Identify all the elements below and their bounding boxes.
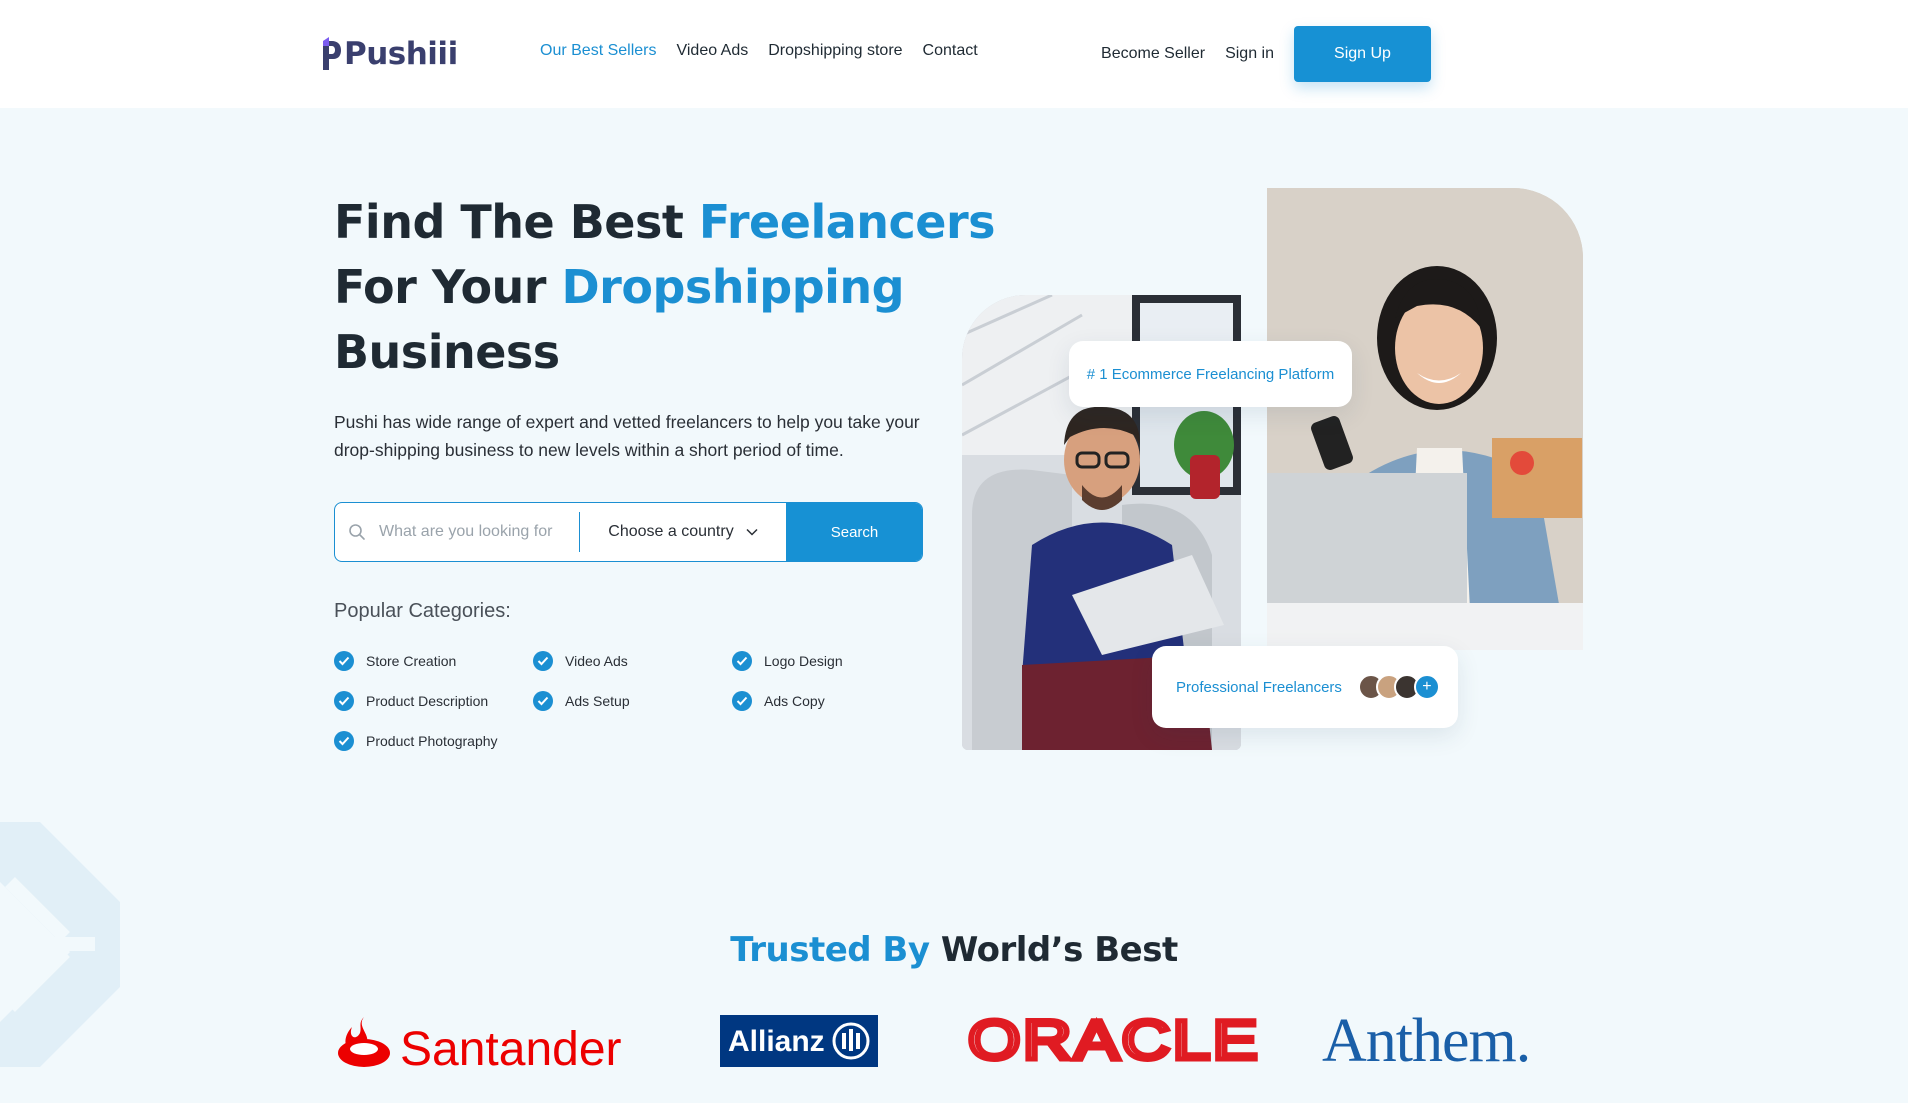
trusted-title: Trusted By World’s Best (0, 930, 1908, 970)
freelancer-photo-woman (1267, 188, 1583, 650)
check-icon (334, 651, 354, 671)
category-label: Video Ads (565, 653, 628, 669)
popular-categories-list: Store Creation Video Ads Logo Design Pro… (334, 650, 931, 752)
category-label: Product Description (366, 693, 489, 709)
search-input[interactable] (379, 523, 579, 541)
popular-categories-title: Popular Categories: (334, 600, 511, 622)
category-item[interactable]: Store Creation (334, 650, 533, 672)
country-select[interactable]: Choose a country (580, 503, 786, 561)
platform-badge: # 1 Ecommerce Freelancing Platform (1069, 341, 1352, 407)
partner-logos: Santander Allianz ORACLE Anthem. (0, 1005, 1908, 1085)
top-navbar: Pushiii Our Best Sellers Video Ads Drops… (0, 0, 1908, 108)
hero-title-part: Find The Best (334, 195, 699, 249)
check-icon (732, 691, 752, 711)
nav-contact[interactable]: Contact (923, 42, 978, 60)
category-item[interactable]: Product Description (334, 690, 533, 712)
check-icon (533, 691, 553, 711)
search-button[interactable]: Search (786, 503, 922, 561)
trusted-title-accent: Trusted By (730, 930, 930, 970)
brand-logo[interactable]: Pushiii (320, 34, 458, 74)
nav-our-best-sellers[interactable]: Our Best Sellers (540, 42, 656, 60)
hero-description: Pushi has wide range of expert and vette… (334, 412, 920, 460)
sign-in-link[interactable]: Sign in (1225, 45, 1274, 63)
category-label: Ads Setup (565, 693, 630, 709)
santander-logo-text: Santander (400, 1023, 622, 1071)
main-nav: Our Best Sellers Video Ads Dropshipping … (540, 42, 978, 60)
plus-icon[interactable]: + (1413, 674, 1440, 700)
nav-dropshipping-store[interactable]: Dropshipping store (768, 42, 902, 60)
category-item[interactable]: Video Ads (533, 650, 732, 672)
search-bar: Choose a country Search (334, 502, 923, 562)
freelancers-badge: Professional Freelancers + (1152, 646, 1458, 728)
freelancers-badge-label: Professional Freelancers (1176, 678, 1342, 696)
logo-mark-icon (323, 37, 341, 70)
allianz-logo-text: Allianz (728, 1025, 825, 1058)
sign-up-button[interactable]: Sign Up (1294, 26, 1431, 82)
check-icon (334, 691, 354, 711)
category-label: Logo Design (764, 653, 843, 669)
country-select-label: Choose a country (608, 523, 734, 540)
avatar-group: + (1357, 674, 1440, 700)
hero-title: Find The Best Freelancers For Your Drops… (334, 190, 996, 385)
anthem-logo-text: Anthem. (1322, 1009, 1530, 1069)
trusted-title-rest: World’s Best (929, 930, 1178, 970)
check-icon (732, 651, 752, 671)
nav-video-ads[interactable]: Video Ads (676, 42, 748, 60)
hero-title-part: For Your (334, 260, 562, 314)
check-icon (533, 651, 553, 671)
santander-logo: Santander (338, 1015, 628, 1071)
search-icon (335, 503, 379, 561)
oracle-logo: ORACLE (968, 1017, 1262, 1065)
category-label: Product Photography (366, 733, 498, 749)
brand-name: Pushiii (344, 36, 458, 72)
hero-title-accent: Dropshipping (561, 260, 905, 314)
category-label: Store Creation (366, 653, 457, 669)
category-item[interactable]: Logo Design (732, 650, 931, 672)
chevron-down-icon (746, 528, 758, 536)
check-icon (334, 731, 354, 751)
account-nav: Become Seller Sign in Sign Up (1101, 26, 1431, 82)
oracle-logo-text: ORACLE (968, 1017, 1260, 1065)
hero-title-accent: Freelancers (698, 195, 996, 249)
category-item[interactable]: Ads Setup (533, 690, 732, 712)
anthem-logo: Anthem. (1322, 1009, 1552, 1069)
category-label: Ads Copy (764, 693, 825, 709)
category-item[interactable]: Ads Copy (732, 690, 931, 712)
hero-title-part: Business (334, 325, 560, 379)
allianz-logo: Allianz (720, 1015, 878, 1067)
category-item[interactable]: Product Photography (334, 730, 533, 752)
platform-badge-label: # 1 Ecommerce Freelancing Platform (1086, 365, 1335, 383)
become-seller-link[interactable]: Become Seller (1101, 45, 1205, 63)
